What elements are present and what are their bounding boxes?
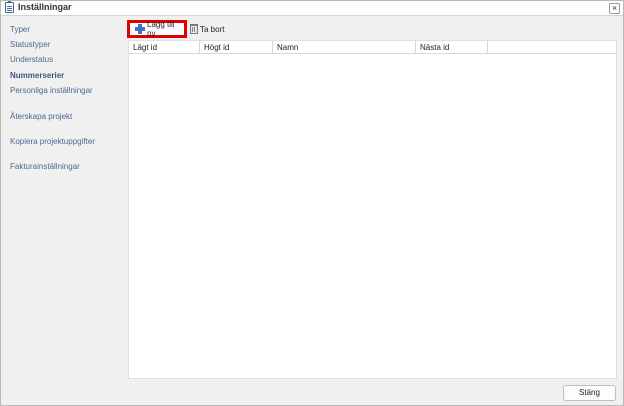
trash-icon xyxy=(190,24,198,34)
column-header-nasta-id[interactable]: Nästa id xyxy=(416,41,488,54)
sidebar-item-typer[interactable]: Typer xyxy=(10,25,30,34)
add-new-label: Lägg till ny xyxy=(147,20,175,38)
toolbar: Lägg till ny Ta bort xyxy=(127,18,618,39)
number-series-grid: Lägt id Högt id Namn Nästa id xyxy=(128,40,617,379)
sidebar-item-kopiera-projektuppgifter[interactable]: Kopiera projektuppgifter xyxy=(10,137,95,146)
title-bar: Inställningar × xyxy=(1,1,623,16)
column-header-hogt-id[interactable]: Högt id xyxy=(200,41,273,54)
number-series-panel: Lägg till ny Ta bort Lägt id Högt id Nam… xyxy=(127,18,618,379)
delete-button[interactable]: Ta bort xyxy=(188,20,238,38)
plus-icon xyxy=(135,24,145,34)
column-header-filler xyxy=(488,41,616,54)
clipboard-icon xyxy=(5,1,14,13)
sidebar-item-understatus[interactable]: Understatus xyxy=(10,55,53,64)
window-title: Inställningar xyxy=(18,2,72,12)
column-header-namn[interactable]: Namn xyxy=(273,41,416,54)
close-button[interactable]: Stäng xyxy=(563,385,616,401)
sidebar-item-nummerserier[interactable]: Nummerserier xyxy=(10,71,64,80)
sidebar-item-aterskapa-projekt[interactable]: Återskapa projekt xyxy=(10,112,72,121)
sidebar-item-statustyper[interactable]: Statustyper xyxy=(10,40,50,49)
add-new-button[interactable]: Lägg till ny xyxy=(127,20,187,38)
settings-dialog: Inställningar × Typer Statustyper Unders… xyxy=(0,0,624,406)
sidebar-item-fakturainstallningar[interactable]: Fakturainställningar xyxy=(10,162,80,171)
column-header-lagt-id[interactable]: Lägt id xyxy=(129,41,200,54)
grid-header: Lägt id Högt id Namn Nästa id xyxy=(129,41,616,54)
close-icon[interactable]: × xyxy=(609,3,620,14)
settings-sidebar: Typer Statustyper Understatus Nummerseri… xyxy=(4,18,127,378)
delete-label: Ta bort xyxy=(200,24,225,34)
sidebar-item-personliga-installningar[interactable]: Personliga inställningar xyxy=(10,86,93,95)
